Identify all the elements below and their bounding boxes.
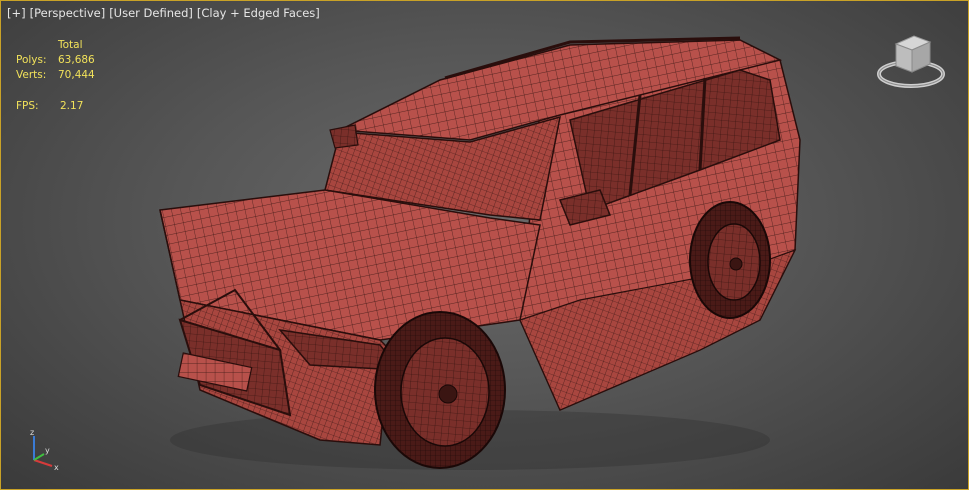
stats-total-header: Total [58, 39, 83, 51]
car-model-mesh[interactable] [140, 20, 820, 480]
fps-label: FPS: [16, 100, 39, 112]
viewport-label-menu: [+] [Perspective] [User Defined] [Clay +… [7, 6, 320, 20]
verts-label: Verts: [16, 69, 47, 81]
viewport-plus-menu[interactable]: [+] [7, 6, 26, 20]
fps-value: 2.17 [60, 100, 84, 112]
viewport-view-menu[interactable]: [Perspective] [30, 6, 106, 20]
axis-z-label: z [30, 428, 34, 437]
polys-value: 63,686 [58, 54, 95, 66]
viewport-shading-menu[interactable]: [Clay + Edged Faces] [197, 6, 320, 20]
verts-value: 70,444 [58, 69, 95, 81]
axis-x-label: x [54, 463, 59, 472]
viewport-camera-menu[interactable]: [User Defined] [109, 6, 193, 20]
viewcube-icon[interactable] [876, 30, 946, 92]
statistics-overlay: Total Polys: 63,686 Verts: 70,444 FPS: 2… [16, 38, 95, 114]
polys-label: Polys: [16, 54, 47, 66]
axis-y-label: y [45, 446, 50, 455]
axis-tripod-icon: z x y [30, 428, 59, 472]
